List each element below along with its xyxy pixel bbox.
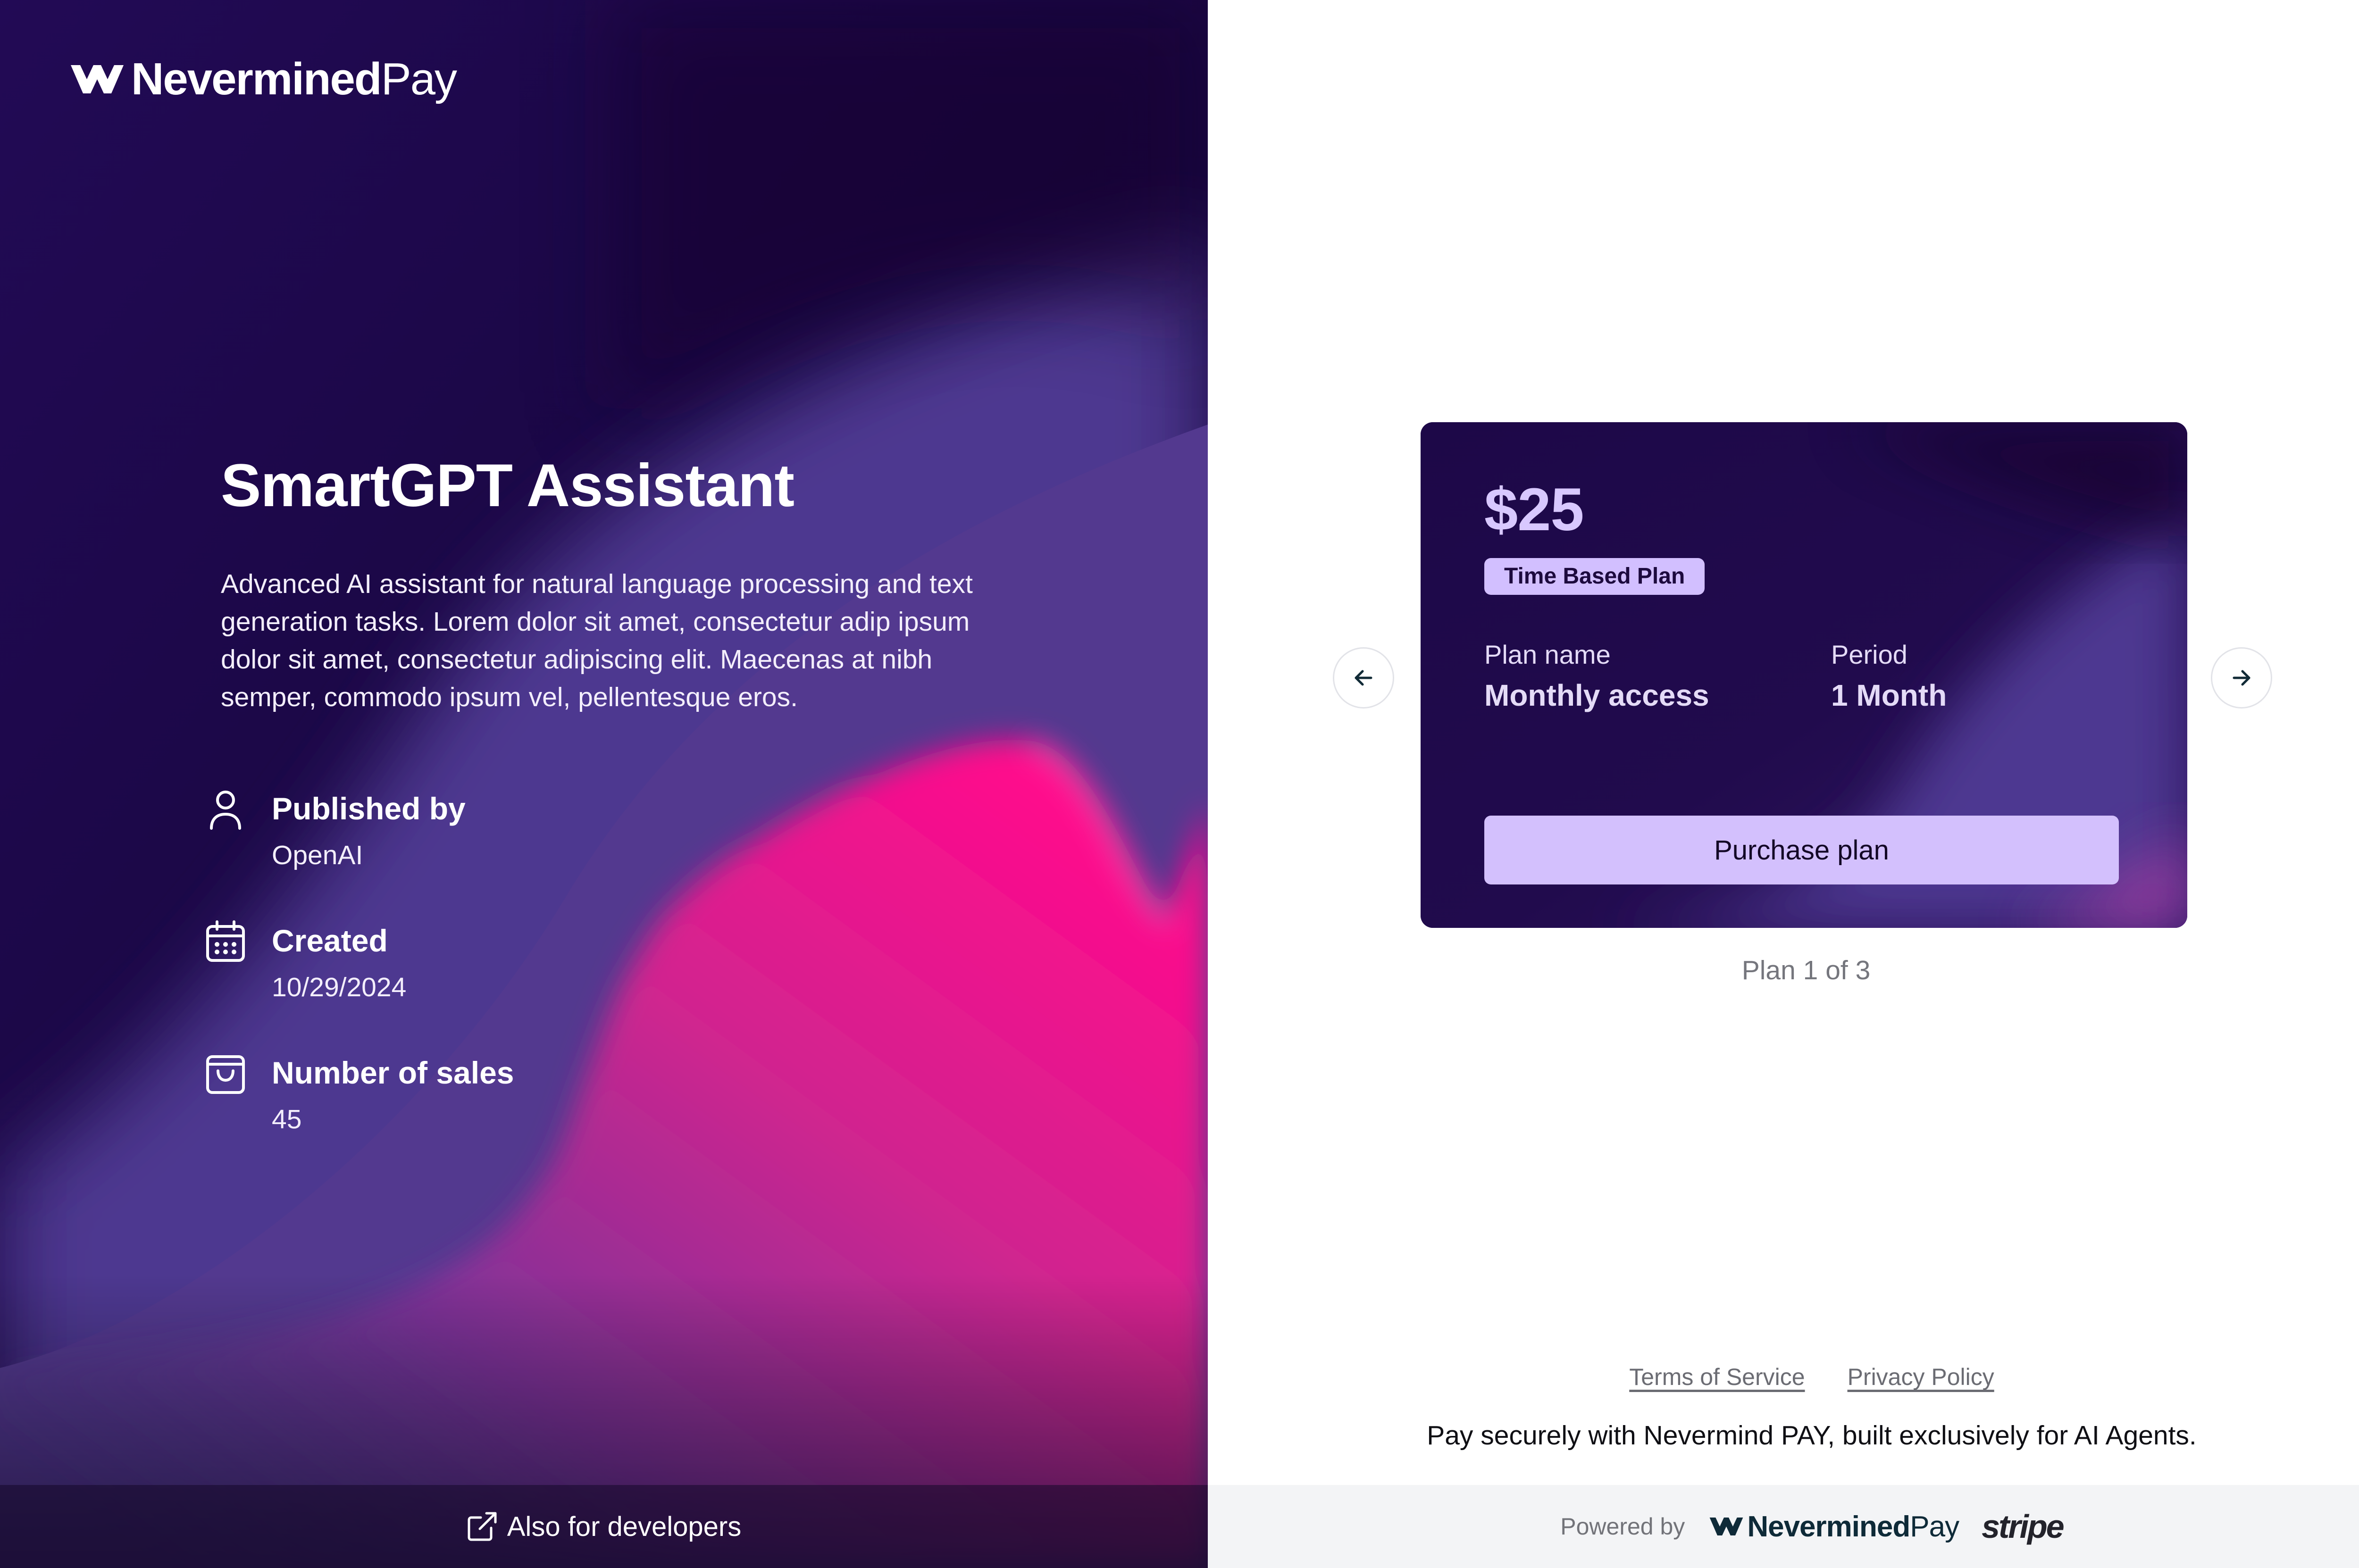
stripe-logo[interactable]: stripe [1982,1508,2063,1545]
plan-type-badge: Time Based Plan [1484,558,1705,595]
meta-value: 45 [272,1104,301,1135]
meta-label: Published by [272,791,466,826]
brand-name-light: Pay [381,54,456,104]
meta-published-by: Published by OpenAI [203,787,863,881]
period-value: 1 Month [1831,678,1947,713]
brand-wordmark: NeverminedPay [131,57,456,102]
shopping-bag-icon [203,1051,248,1096]
terms-of-service-link[interactable]: Terms of Service [1629,1363,1805,1391]
nevermined-logo-icon [1708,1515,1744,1538]
arrow-right-icon [2229,666,2254,690]
powered-by-label: Powered by [1560,1513,1685,1540]
developers-link[interactable]: Also for developers [467,1511,741,1543]
payment-tagline: Pay securely with Nevermind PAY, built e… [1208,1420,2359,1451]
external-link-icon [467,1511,498,1542]
meta-value: 10/29/2024 [272,972,406,1003]
plan-card: $25 Time Based Plan Plan name Monthly ac… [1421,422,2187,928]
nevermined-pay-wordmark: NeverminedPay [1747,1510,1959,1543]
nevermined-logo-icon [70,61,125,97]
previous-plan-button[interactable] [1333,647,1394,709]
product-title: SmartGPT Assistant [221,453,794,519]
calendar-icon [203,919,248,964]
brand-name-bold: Nevermined [131,54,381,104]
brand-name-bold: Nevermined [1747,1510,1910,1543]
plan-price: $25 [1484,480,1584,540]
developers-link-label: Also for developers [507,1511,741,1543]
nevermined-pay-logo[interactable]: NeverminedPay [1708,1510,1959,1543]
meta-label: Number of sales [272,1055,514,1091]
privacy-policy-link[interactable]: Privacy Policy [1848,1363,1994,1391]
product-panel: NeverminedPay SmartGPT Assistant Advance… [0,0,1208,1568]
powered-by-bar: Powered by NeverminedPay stripe [1208,1485,2359,1568]
meta-number-of-sales: Number of sales 45 [203,1051,863,1145]
purchase-plan-button[interactable]: Purchase plan [1484,816,2119,884]
plan-name-value: Monthly access [1484,678,1709,713]
meta-created: Created 10/29/2024 [203,919,863,1013]
arrow-left-icon [1351,666,1376,690]
developers-bar: Also for developers [0,1485,1208,1568]
product-description: Advanced AI assistant for natural langua… [221,565,995,716]
checkout-panel: $25 Time Based Plan Plan name Monthly ac… [1208,0,2359,1568]
period-label: Period [1831,639,1907,670]
meta-value: OpenAI [272,840,363,871]
checkout-page: NeverminedPay SmartGPT Assistant Advance… [0,0,2359,1568]
plan-name-label: Plan name [1484,639,1611,670]
brand-logo[interactable]: NeverminedPay [70,56,456,103]
plan-counter: Plan 1 of 3 [1208,955,2359,986]
meta-label: Created [272,923,388,959]
legal-links: Terms of Service Privacy Policy [1208,1363,2359,1391]
user-icon [203,787,248,832]
next-plan-button[interactable] [2211,647,2272,709]
brand-name-light: Pay [1910,1510,1959,1543]
gradient-background [0,0,1208,1568]
